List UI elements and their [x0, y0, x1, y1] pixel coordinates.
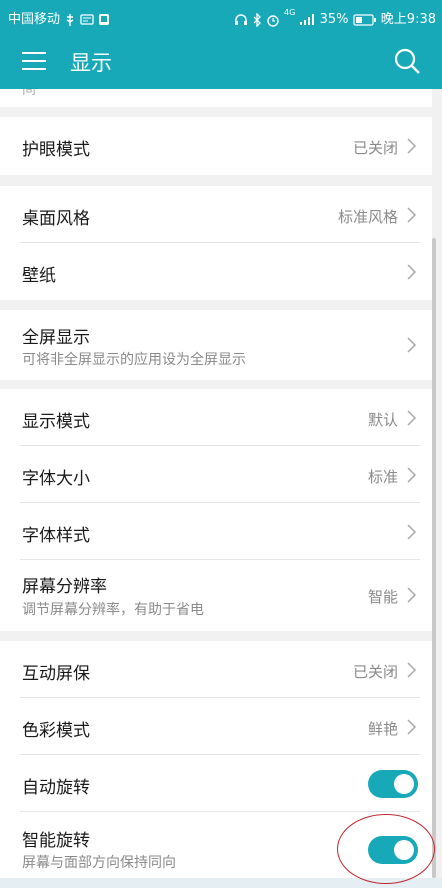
menu-icon[interactable] — [22, 50, 46, 72]
chevron-right-icon — [407, 662, 417, 678]
setting-font-style[interactable]: 字体样式 — [0, 503, 432, 560]
chevron-right-icon — [407, 587, 417, 603]
status-bar: 中国移动 4G 35% 晚上9:38 — [0, 0, 442, 34]
setting-label: 壁纸 — [22, 266, 56, 286]
setting-label: 桌面风格 — [22, 209, 90, 229]
setting-description: 调节屏幕分辨率，有助于省电 — [22, 602, 204, 618]
setting-display-mode[interactable]: 显示模式 默认 — [0, 389, 432, 446]
setting-screensaver[interactable]: 互动屏保 已关闭 — [0, 641, 432, 698]
chevron-right-icon — [407, 207, 417, 223]
message-icon — [80, 13, 94, 25]
setting-label: 色彩模式 — [22, 721, 90, 741]
setting-smart-rotate: 智能旋转 屏幕与面部方向保持同向 — [0, 812, 432, 888]
setting-description: 屏幕与面部方向保持同向 — [22, 855, 176, 871]
settings-group-partial: 间 — [0, 89, 432, 107]
settings-group-display: 显示模式 默认 字体大小 标准 字体样式 屏幕分辨率 调节屏幕分辨率，有助于省电… — [0, 389, 432, 631]
partial-item-text: 间 — [22, 89, 36, 98]
toggle-knob — [394, 774, 414, 794]
chevron-right-icon — [407, 138, 417, 154]
setting-font-size[interactable]: 字体大小 标准 — [0, 446, 432, 503]
chevron-right-icon — [407, 524, 417, 540]
setting-resolution[interactable]: 屏幕分辨率 调节屏幕分辨率，有助于省电 智能 — [0, 560, 432, 631]
battery-icon — [353, 13, 376, 26]
chevron-right-icon — [407, 264, 417, 280]
smart-rotate-toggle[interactable] — [368, 836, 418, 864]
signal-icon — [300, 14, 315, 25]
setting-label: 屏幕分辨率 — [22, 577, 107, 597]
usb-icon — [66, 13, 74, 26]
chevron-right-icon — [407, 719, 417, 735]
setting-eye-comfort[interactable]: 护眼模式 已关闭 — [0, 117, 432, 175]
setting-value: 默认 — [367, 411, 398, 429]
setting-auto-rotate: 自动旋转 — [0, 755, 432, 812]
status-left: 中国移动 — [8, 8, 110, 27]
setting-fullscreen[interactable]: 全屏显示 可将非全屏显示的应用设为全屏显示 — [0, 310, 432, 380]
bluetooth-icon — [253, 12, 261, 27]
battery-percent: 35% — [319, 12, 349, 27]
setting-label: 护眼模式 — [22, 140, 90, 160]
auto-rotate-toggle[interactable] — [368, 770, 418, 798]
network-label: 4G — [284, 8, 296, 17]
setting-description: 可将非全屏显示的应用设为全屏显示 — [22, 352, 246, 368]
setting-label: 互动屏保 — [22, 664, 90, 684]
carrier-label: 中国移动 — [8, 12, 61, 27]
setting-label: 字体样式 — [22, 526, 90, 546]
setting-label: 自动旋转 — [22, 778, 90, 798]
setting-label: 全屏显示 — [22, 328, 90, 348]
setting-desktop-style[interactable]: 桌面风格 标准风格 — [0, 186, 432, 243]
settings-group-fullscreen: 全屏显示 可将非全屏显示的应用设为全屏显示 — [0, 310, 432, 380]
status-right: 4G 35% 晚上9:38 — [234, 8, 436, 27]
setting-value: 鲜艳 — [367, 720, 398, 738]
clock: 晚上9:38 — [380, 12, 436, 27]
settings-list: 间 护眼模式 已关闭 桌面风格 标准风格 壁纸 全屏显示 可将非全屏显示的应用设… — [0, 89, 442, 888]
setting-value: 智能 — [367, 588, 398, 606]
chevron-right-icon — [407, 467, 417, 483]
headset-icon — [234, 13, 247, 25]
settings-group-desktop: 桌面风格 标准风格 壁纸 — [0, 186, 432, 300]
setting-value: 标准风格 — [337, 208, 398, 226]
setting-value: 标准 — [367, 468, 398, 486]
setting-wallpaper[interactable]: 壁纸 — [0, 243, 432, 300]
setting-value: 已关闭 — [352, 139, 398, 157]
chevron-right-icon — [407, 410, 417, 426]
app-bar: 显示 — [0, 34, 442, 89]
setting-label: 智能旋转 — [22, 831, 90, 851]
setting-label: 字体大小 — [22, 469, 90, 489]
settings-group-eye: 护眼模式 已关闭 — [0, 117, 432, 175]
shield-app-icon — [99, 14, 110, 25]
alarm-icon — [267, 14, 279, 27]
search-icon[interactable] — [392, 46, 422, 76]
setting-label: 显示模式 — [22, 412, 90, 432]
scrollbar[interactable] — [432, 238, 436, 878]
setting-color-mode[interactable]: 色彩模式 鲜艳 — [0, 698, 432, 755]
setting-value: 已关闭 — [352, 663, 398, 681]
chevron-right-icon — [407, 337, 417, 353]
page-title: 显示 — [70, 51, 112, 75]
settings-group-screen: 互动屏保 已关闭 色彩模式 鲜艳 自动旋转 智能旋转 屏幕与面部方向保持同向 — [0, 641, 432, 888]
bottom-edge — [0, 878, 442, 888]
toggle-knob — [394, 840, 414, 860]
